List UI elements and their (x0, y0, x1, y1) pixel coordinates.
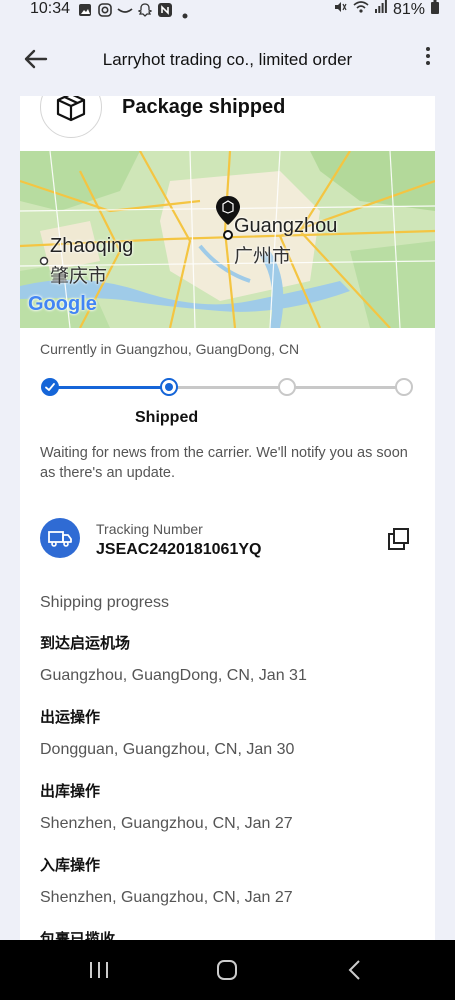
event-title: 入库操作 (40, 857, 101, 874)
recent-apps-button[interactable] (88, 960, 110, 985)
event-detail: Shenzhen, Guangzhou, CN, Jan 27 (40, 815, 293, 832)
map-label-guangzhou-cn: 广州市 (234, 246, 292, 267)
current-step-label: Shipped (135, 409, 199, 426)
battery-percent: 81% (392, 0, 425, 18)
progress-line-done (50, 386, 169, 389)
map-label-guangzhou: Guangzhou (234, 215, 338, 237)
event-detail: Dongguan, Guangzhou, CN, Jan 30 (40, 741, 295, 758)
image-icon (78, 3, 92, 22)
snapchat-icon (137, 3, 153, 22)
event-detail: Shenzhen, Guangzhou, CN, Jan 27 (40, 889, 293, 906)
truck-icon (40, 518, 80, 558)
app-bar: Larryhot trading co., limited order (0, 36, 455, 84)
google-logo: Google (28, 293, 97, 315)
home-button[interactable] (216, 960, 238, 985)
order-card: Package shipped Zhaoqing 肇庆市 Guangzhou 广… (20, 96, 435, 976)
check-icon (45, 383, 55, 391)
tracking-label: Tracking Number (96, 521, 203, 537)
status-time: 10:34 (30, 0, 71, 17)
shipment-progress (40, 376, 420, 400)
step-3-pending (278, 378, 296, 396)
event-title: 出运操作 (40, 709, 101, 726)
package-status-title: Package shipped (122, 96, 286, 118)
wave-icon (117, 3, 133, 22)
step-4-pending (395, 378, 413, 396)
wifi-icon (353, 0, 369, 19)
package-header: Package shipped (20, 96, 435, 150)
page-title: Larryhot trading co., limited order (102, 50, 353, 69)
event-title: 出库操作 (40, 783, 101, 800)
step-1-done (41, 378, 59, 396)
tracking-row: Tracking Number JSEAC2420181061YQ (40, 516, 415, 564)
shipping-progress-title: Shipping progress (40, 594, 169, 611)
event-title: 到达启运机场 (40, 635, 131, 652)
step-2-current (160, 378, 178, 396)
event-detail: Guangzhou, GuangDong, CN, Jan 31 (40, 667, 307, 684)
tracking-number[interactable]: JSEAC2420181061YQ (96, 541, 261, 559)
copy-tracking-button[interactable] (386, 526, 412, 552)
instagram-icon (98, 3, 112, 22)
more-options-button[interactable] (423, 44, 433, 74)
mute-icon (333, 0, 347, 19)
copy-icon (388, 528, 409, 550)
more-vertical-icon (423, 47, 433, 65)
signal-icon (374, 0, 387, 19)
dot-icon (182, 6, 188, 24)
map-view[interactable]: Zhaoqing 肇庆市 Guangzhou 广州市 Google (20, 151, 435, 328)
recent-apps-icon (90, 962, 108, 978)
app-n-icon (158, 3, 172, 22)
carrier-message: Waiting for news from the carrier. We'll… (40, 445, 408, 481)
back-chevron-icon (348, 960, 360, 980)
package-icon (40, 96, 102, 138)
map-label-zhaoqing: Zhaoqing (50, 235, 134, 257)
system-nav-bar (0, 940, 455, 1000)
current-location: Currently in Guangzhou, GuangDong, CN (40, 341, 300, 357)
status-bar: 10:34 81% (0, 0, 455, 22)
home-icon (217, 960, 237, 980)
battery-icon (431, 0, 439, 19)
nav-back-button[interactable] (344, 960, 366, 985)
map-label-zhaoqing-cn: 肇庆市 (50, 266, 108, 287)
